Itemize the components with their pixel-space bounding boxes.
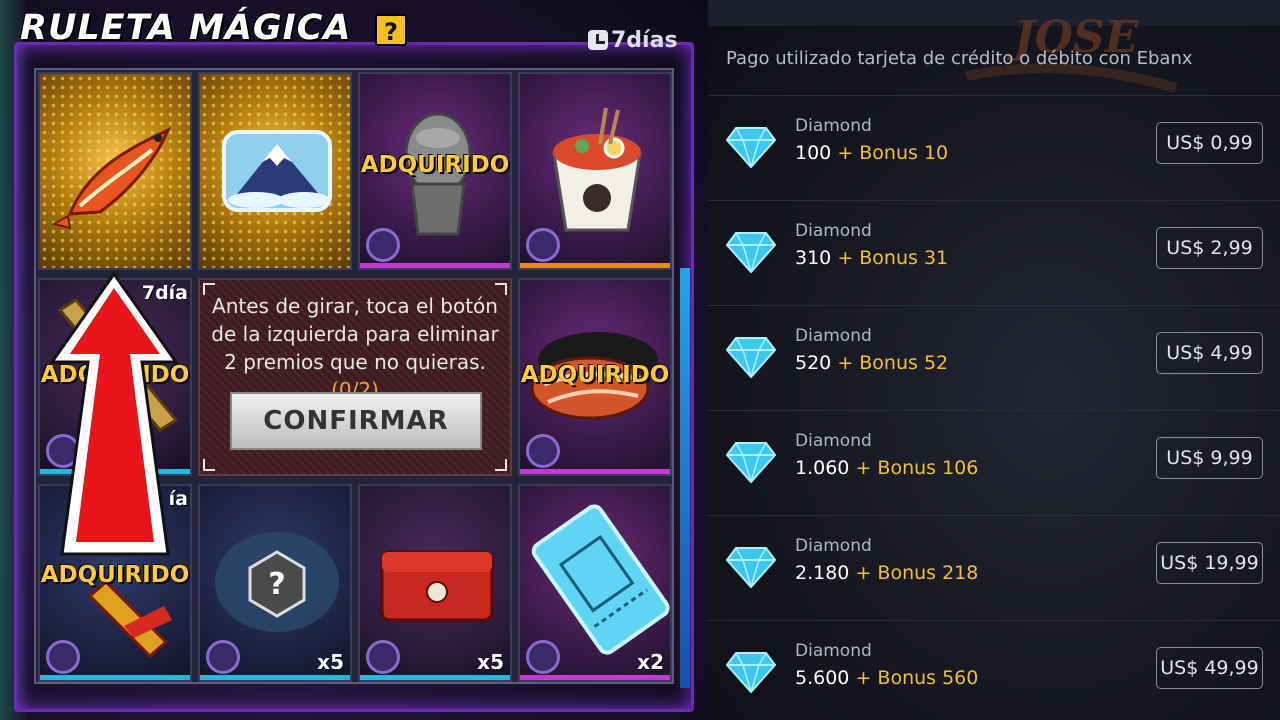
diamond-package-row[interactable]: Diamond 2.180 + Bonus 218 US$ 19,99 <box>708 515 1280 620</box>
prize-sushi[interactable]: ADQUIRIDO <box>518 278 672 476</box>
quantity-label: x2 <box>637 650 664 674</box>
event-duration: 7días <box>588 28 678 53</box>
eliminate-toggle[interactable] <box>526 640 560 674</box>
price-button[interactable]: US$ 2,99 <box>1156 227 1263 269</box>
quantity-label: x5 <box>477 650 504 674</box>
diamond-icon <box>726 547 776 588</box>
package-label: Diamond <box>795 326 872 346</box>
help-icon[interactable]: ? <box>375 14 407 46</box>
eliminate-toggle[interactable] <box>526 434 560 468</box>
package-amount: 2.180 + Bonus 218 <box>795 562 978 584</box>
diamond-package-row[interactable]: Diamond 100 + Bonus 10 US$ 0,99 <box>708 95 1280 200</box>
diamond-package-row[interactable]: Diamond 310 + Bonus 31 US$ 2,99 <box>708 200 1280 305</box>
package-label: Diamond <box>795 431 872 451</box>
rarity-bar <box>520 675 670 680</box>
diamond-count: 1.060 <box>795 457 850 479</box>
svg-text:?: ? <box>268 567 285 602</box>
rarity-bar <box>360 675 510 680</box>
acquired-label: ADQUIRIDO <box>520 362 670 388</box>
diamond-icon <box>726 127 776 168</box>
eliminate-toggle[interactable] <box>206 640 240 674</box>
panel-corner <box>203 459 215 471</box>
package-amount: 100 + Bonus 10 <box>795 142 948 164</box>
eliminate-toggle[interactable] <box>526 228 560 262</box>
price-button[interactable]: US$ 49,99 <box>1156 647 1263 689</box>
prize-noodle-box[interactable] <box>518 72 672 270</box>
bonus-amount: + Bonus 218 <box>855 562 979 584</box>
bonus-amount: + Bonus 10 <box>837 142 949 164</box>
event-duration-label: 7días <box>611 28 678 53</box>
acquired-label: ADQUIRIDO <box>360 152 510 178</box>
instruction-panel: Antes de girar, toca el botón de la izqu… <box>198 278 512 476</box>
diamond-icon <box>726 652 776 693</box>
rarity-bar <box>40 675 190 680</box>
diamond-count: 100 <box>795 142 832 164</box>
koi-fish-icon <box>51 126 171 230</box>
package-amount: 5.600 + Bonus 560 <box>795 667 978 689</box>
price-button[interactable]: US$ 19,99 <box>1156 542 1263 584</box>
instruction-body: Antes de girar, toca el botón de la izqu… <box>211 294 499 374</box>
package-amount: 520 + Bonus 52 <box>795 352 948 374</box>
eliminate-toggle[interactable] <box>366 640 400 674</box>
instruction-text: Antes de girar, toca el botón de la izqu… <box>208 292 502 404</box>
package-amount: 310 + Bonus 31 <box>795 247 948 269</box>
diamond-count: 2.180 <box>795 562 850 584</box>
diamond-package-row[interactable]: Diamond 1.060 + Bonus 106 US$ 9,99 <box>708 410 1280 515</box>
prize-ticket[interactable]: x2 <box>518 484 672 682</box>
rarity-bar <box>360 263 510 268</box>
magic-roulette-panel: RULETA MÁGICA ? 7días ADQUIRIDO 7día Ant… <box>0 0 708 720</box>
price-button[interactable]: US$ 4,99 <box>1156 332 1263 374</box>
diamond-count: 5.600 <box>795 667 850 689</box>
price-button[interactable]: US$ 0,99 <box>1156 122 1263 164</box>
package-label: Diamond <box>795 221 872 241</box>
payment-method-note: Pago utilizado tarjeta de crédito o débi… <box>726 48 1193 69</box>
prize-mount-fuji[interactable] <box>198 72 352 270</box>
red-arrow-annotation <box>49 271 179 556</box>
diamond-package-row[interactable]: Diamond 5.600 + Bonus 560 US$ 49,99 <box>708 620 1280 720</box>
acquired-label: ADQUIRIDO <box>40 562 190 588</box>
diamond-store: JOSE Pago utilizado tarjeta de crédito o… <box>708 0 1280 720</box>
panel-corner <box>495 459 507 471</box>
package-amount: 1.060 + Bonus 106 <box>795 457 978 479</box>
prize-mask[interactable]: ADQUIRIDO <box>358 72 512 270</box>
eliminate-toggle[interactable] <box>46 640 80 674</box>
prize-red-chest[interactable]: x5 <box>358 484 512 682</box>
eliminate-toggle[interactable] <box>366 228 400 262</box>
diamond-count: 520 <box>795 352 832 374</box>
panel-frame-accent <box>680 268 690 688</box>
diamond-package-row[interactable]: Diamond 520 + Bonus 52 US$ 4,99 <box>708 305 1280 410</box>
diamond-icon <box>726 232 776 273</box>
mountain-icon <box>222 130 332 212</box>
bonus-amount: + Bonus 52 <box>837 352 949 374</box>
event-title: RULETA MÁGICA <box>20 8 352 48</box>
clock-icon <box>588 30 608 50</box>
bonus-amount: + Bonus 31 <box>837 247 949 269</box>
bonus-amount: + Bonus 106 <box>855 457 979 479</box>
diamond-icon <box>726 337 776 378</box>
diamond-count: 310 <box>795 247 832 269</box>
quantity-label: x5 <box>317 650 344 674</box>
diamond-icon <box>726 442 776 483</box>
prize-koi-fish[interactable] <box>38 72 192 270</box>
confirm-button[interactable]: CONFIRMAR <box>230 392 482 450</box>
price-button[interactable]: US$ 9,99 <box>1156 437 1263 479</box>
rarity-bar <box>200 675 350 680</box>
bonus-amount: + Bonus 560 <box>855 667 979 689</box>
prize-mystery-bundle[interactable]: ? x5 <box>198 484 352 682</box>
rarity-bar <box>520 469 670 474</box>
rarity-bar <box>520 263 670 268</box>
package-label: Diamond <box>795 641 872 661</box>
package-label: Diamond <box>795 536 872 556</box>
package-label: Diamond <box>795 116 872 136</box>
